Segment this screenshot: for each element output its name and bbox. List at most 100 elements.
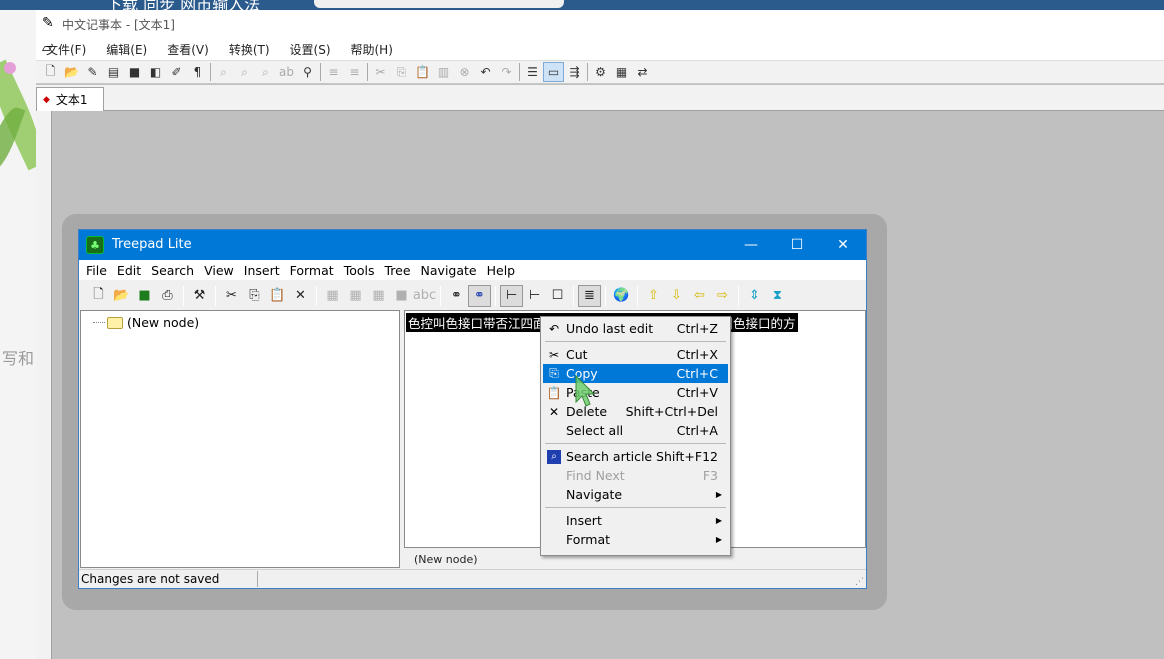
- ctx-insert-label: Insert: [566, 513, 602, 528]
- tree-pane[interactable]: (New node): [80, 310, 400, 568]
- menu-edit[interactable]: Edit: [112, 263, 146, 278]
- ctx-format[interactable]: Format ▶: [543, 530, 728, 549]
- redo-icon[interactable]: ↷: [496, 62, 517, 82]
- menu-format[interactable]: Format: [285, 263, 339, 278]
- tree-collapse-icon[interactable]: ⊢: [523, 285, 546, 307]
- paste-icon[interactable]: 📋: [412, 62, 433, 82]
- save-icon[interactable]: ■: [133, 285, 156, 307]
- outer-menu-view[interactable]: 查看(V): [157, 41, 219, 58]
- align-icon[interactable]: ☰: [522, 62, 543, 82]
- save-all-icon[interactable]: ◧: [145, 62, 166, 82]
- tab-document-1[interactable]: ◆ 文本1: [36, 87, 104, 111]
- minimize-button[interactable]: —: [728, 230, 774, 260]
- wordwrap-icon[interactable]: ≣: [578, 284, 601, 307]
- move-node-left-icon[interactable]: ▦: [367, 285, 390, 307]
- arrow-right-icon[interactable]: ⇨: [711, 285, 734, 307]
- arrow-left-icon[interactable]: ⇦: [688, 285, 711, 307]
- ctx-undo-shortcut: Ctrl+Z: [676, 321, 718, 336]
- settings-icon[interactable]: ⚙: [590, 62, 611, 82]
- close-button[interactable]: ✕: [820, 230, 866, 260]
- ctx-copy[interactable]: ⎘ Copy Ctrl+C: [543, 364, 728, 383]
- copy-icon[interactable]: ⎘: [391, 62, 412, 82]
- menu-search[interactable]: Search: [146, 263, 199, 278]
- window-icon[interactable]: ▭: [543, 62, 564, 82]
- copy-icon[interactable]: ⎘: [243, 285, 266, 307]
- move-node-up-icon[interactable]: ▦: [321, 285, 344, 307]
- status-divider: [257, 571, 258, 587]
- background-strip: 写和: [0, 0, 36, 659]
- cut-icon[interactable]: ✂: [370, 62, 391, 82]
- outer-menu-help[interactable]: 帮助(H): [341, 41, 403, 58]
- expand-icon[interactable]: ⇕: [743, 285, 766, 307]
- clear-icon[interactable]: ⊗: [454, 62, 475, 82]
- ctx-paste[interactable]: 📋 Paste Ctrl+V: [543, 383, 728, 402]
- search-article-icon[interactable]: ⚭: [468, 284, 491, 307]
- print-icon[interactable]: ⎙: [156, 285, 179, 307]
- ctx-cut[interactable]: ✂ Cut Ctrl+X: [543, 345, 728, 364]
- background-nav-fragment: 下载 同步 网市输入法: [106, 0, 261, 10]
- move-node-down-icon[interactable]: ▦: [344, 285, 367, 307]
- ctx-navigate[interactable]: Navigate ▶: [543, 485, 728, 504]
- new-file-icon[interactable]: 🗋: [87, 285, 110, 307]
- menu-view[interactable]: View: [199, 263, 239, 278]
- menu-navigate[interactable]: Navigate: [416, 263, 482, 278]
- menu-tree[interactable]: Tree: [379, 263, 415, 278]
- ctx-insert[interactable]: Insert ▶: [543, 511, 728, 530]
- pilcrow-icon[interactable]: ¶: [187, 62, 208, 82]
- article-view-icon[interactable]: ☐: [546, 285, 569, 307]
- new-file-icon[interactable]: 🗋: [40, 62, 61, 82]
- wrap-icon[interactable]: ⇶: [564, 62, 585, 82]
- ctx-format-label: Format: [566, 532, 611, 547]
- open-file-icon[interactable]: ▤: [103, 62, 124, 82]
- node-block-icon[interactable]: ■: [390, 285, 413, 307]
- outer-menubar: ▱ 文件(F) 编辑(E) 查看(V) 转换(T) 设置(S) 帮助(H): [36, 38, 1164, 60]
- replace-icon[interactable]: ab: [276, 62, 297, 82]
- maximize-button[interactable]: ☐: [774, 230, 820, 260]
- find-replace-icon[interactable]: ⚲: [297, 62, 318, 82]
- context-menu: ↶ Undo last edit Ctrl+Z ✂ Cut Ctrl+X ⎘ C…: [540, 316, 731, 556]
- arrow-down-icon[interactable]: ⇩: [665, 285, 688, 307]
- menu-tools[interactable]: Tools: [339, 263, 380, 278]
- find-next-icon[interactable]: ⌕: [234, 62, 255, 82]
- cut-icon[interactable]: ✂: [220, 285, 243, 307]
- find-prev-icon[interactable]: ⌕: [255, 62, 276, 82]
- paste-icon[interactable]: 📋: [266, 285, 289, 307]
- ctx-delete[interactable]: ✕ Delete Shift+Ctrl+Del: [543, 402, 728, 421]
- ctx-find-next-shortcut: F3: [702, 468, 718, 483]
- resize-grip-icon[interactable]: ⋰: [855, 577, 864, 587]
- ctx-find-next[interactable]: Find Next F3: [543, 466, 728, 485]
- tree-node[interactable]: (New node): [93, 315, 199, 330]
- toolbar-separator: [210, 63, 211, 81]
- ctx-undo[interactable]: ↶ Undo last edit Ctrl+Z: [543, 319, 728, 338]
- delete-icon[interactable]: ✕: [289, 285, 312, 307]
- quill-icon[interactable]: ✎: [82, 62, 103, 82]
- find-icon[interactable]: ⌕: [213, 62, 234, 82]
- outdent-icon[interactable]: ≡: [344, 62, 365, 82]
- spellcheck-icon[interactable]: abc: [413, 285, 436, 307]
- tools-icon[interactable]: ⚒: [188, 285, 211, 307]
- ctx-search-article[interactable]: ⌕ Search article Shift+F12: [543, 447, 728, 466]
- collapse-icon[interactable]: ⧗: [766, 285, 789, 307]
- web-icon[interactable]: 🌍: [610, 285, 633, 307]
- outer-menu-convert[interactable]: 转换(T): [219, 41, 280, 58]
- convert-icon[interactable]: ⇄: [632, 62, 653, 82]
- pen-icon[interactable]: ✐: [166, 62, 187, 82]
- calendar-icon[interactable]: ▦: [611, 62, 632, 82]
- menu-file[interactable]: File: [81, 263, 112, 278]
- ctx-select-all[interactable]: Select all Ctrl+A: [543, 421, 728, 440]
- outer-menu-edit[interactable]: 编辑(E): [96, 41, 157, 58]
- tree-app-icon: ♣: [86, 236, 104, 254]
- arrow-up-icon[interactable]: ⇧: [642, 285, 665, 307]
- paste-special-icon[interactable]: ▥: [433, 62, 454, 82]
- tree-view-icon[interactable]: ⊢: [500, 284, 523, 307]
- open-folder-icon[interactable]: 📂: [110, 285, 133, 307]
- indent-icon[interactable]: ≡: [323, 62, 344, 82]
- menu-help[interactable]: Help: [482, 263, 521, 278]
- menu-insert[interactable]: Insert: [239, 263, 285, 278]
- save-icon[interactable]: ■: [124, 62, 145, 82]
- binoculars-icon[interactable]: ⚭: [445, 285, 468, 307]
- undo-icon[interactable]: ↶: [475, 62, 496, 82]
- open-folder-icon[interactable]: 📂: [61, 62, 82, 82]
- ctx-copy-shortcut: Ctrl+C: [676, 366, 718, 381]
- outer-menu-settings[interactable]: 设置(S): [280, 41, 341, 58]
